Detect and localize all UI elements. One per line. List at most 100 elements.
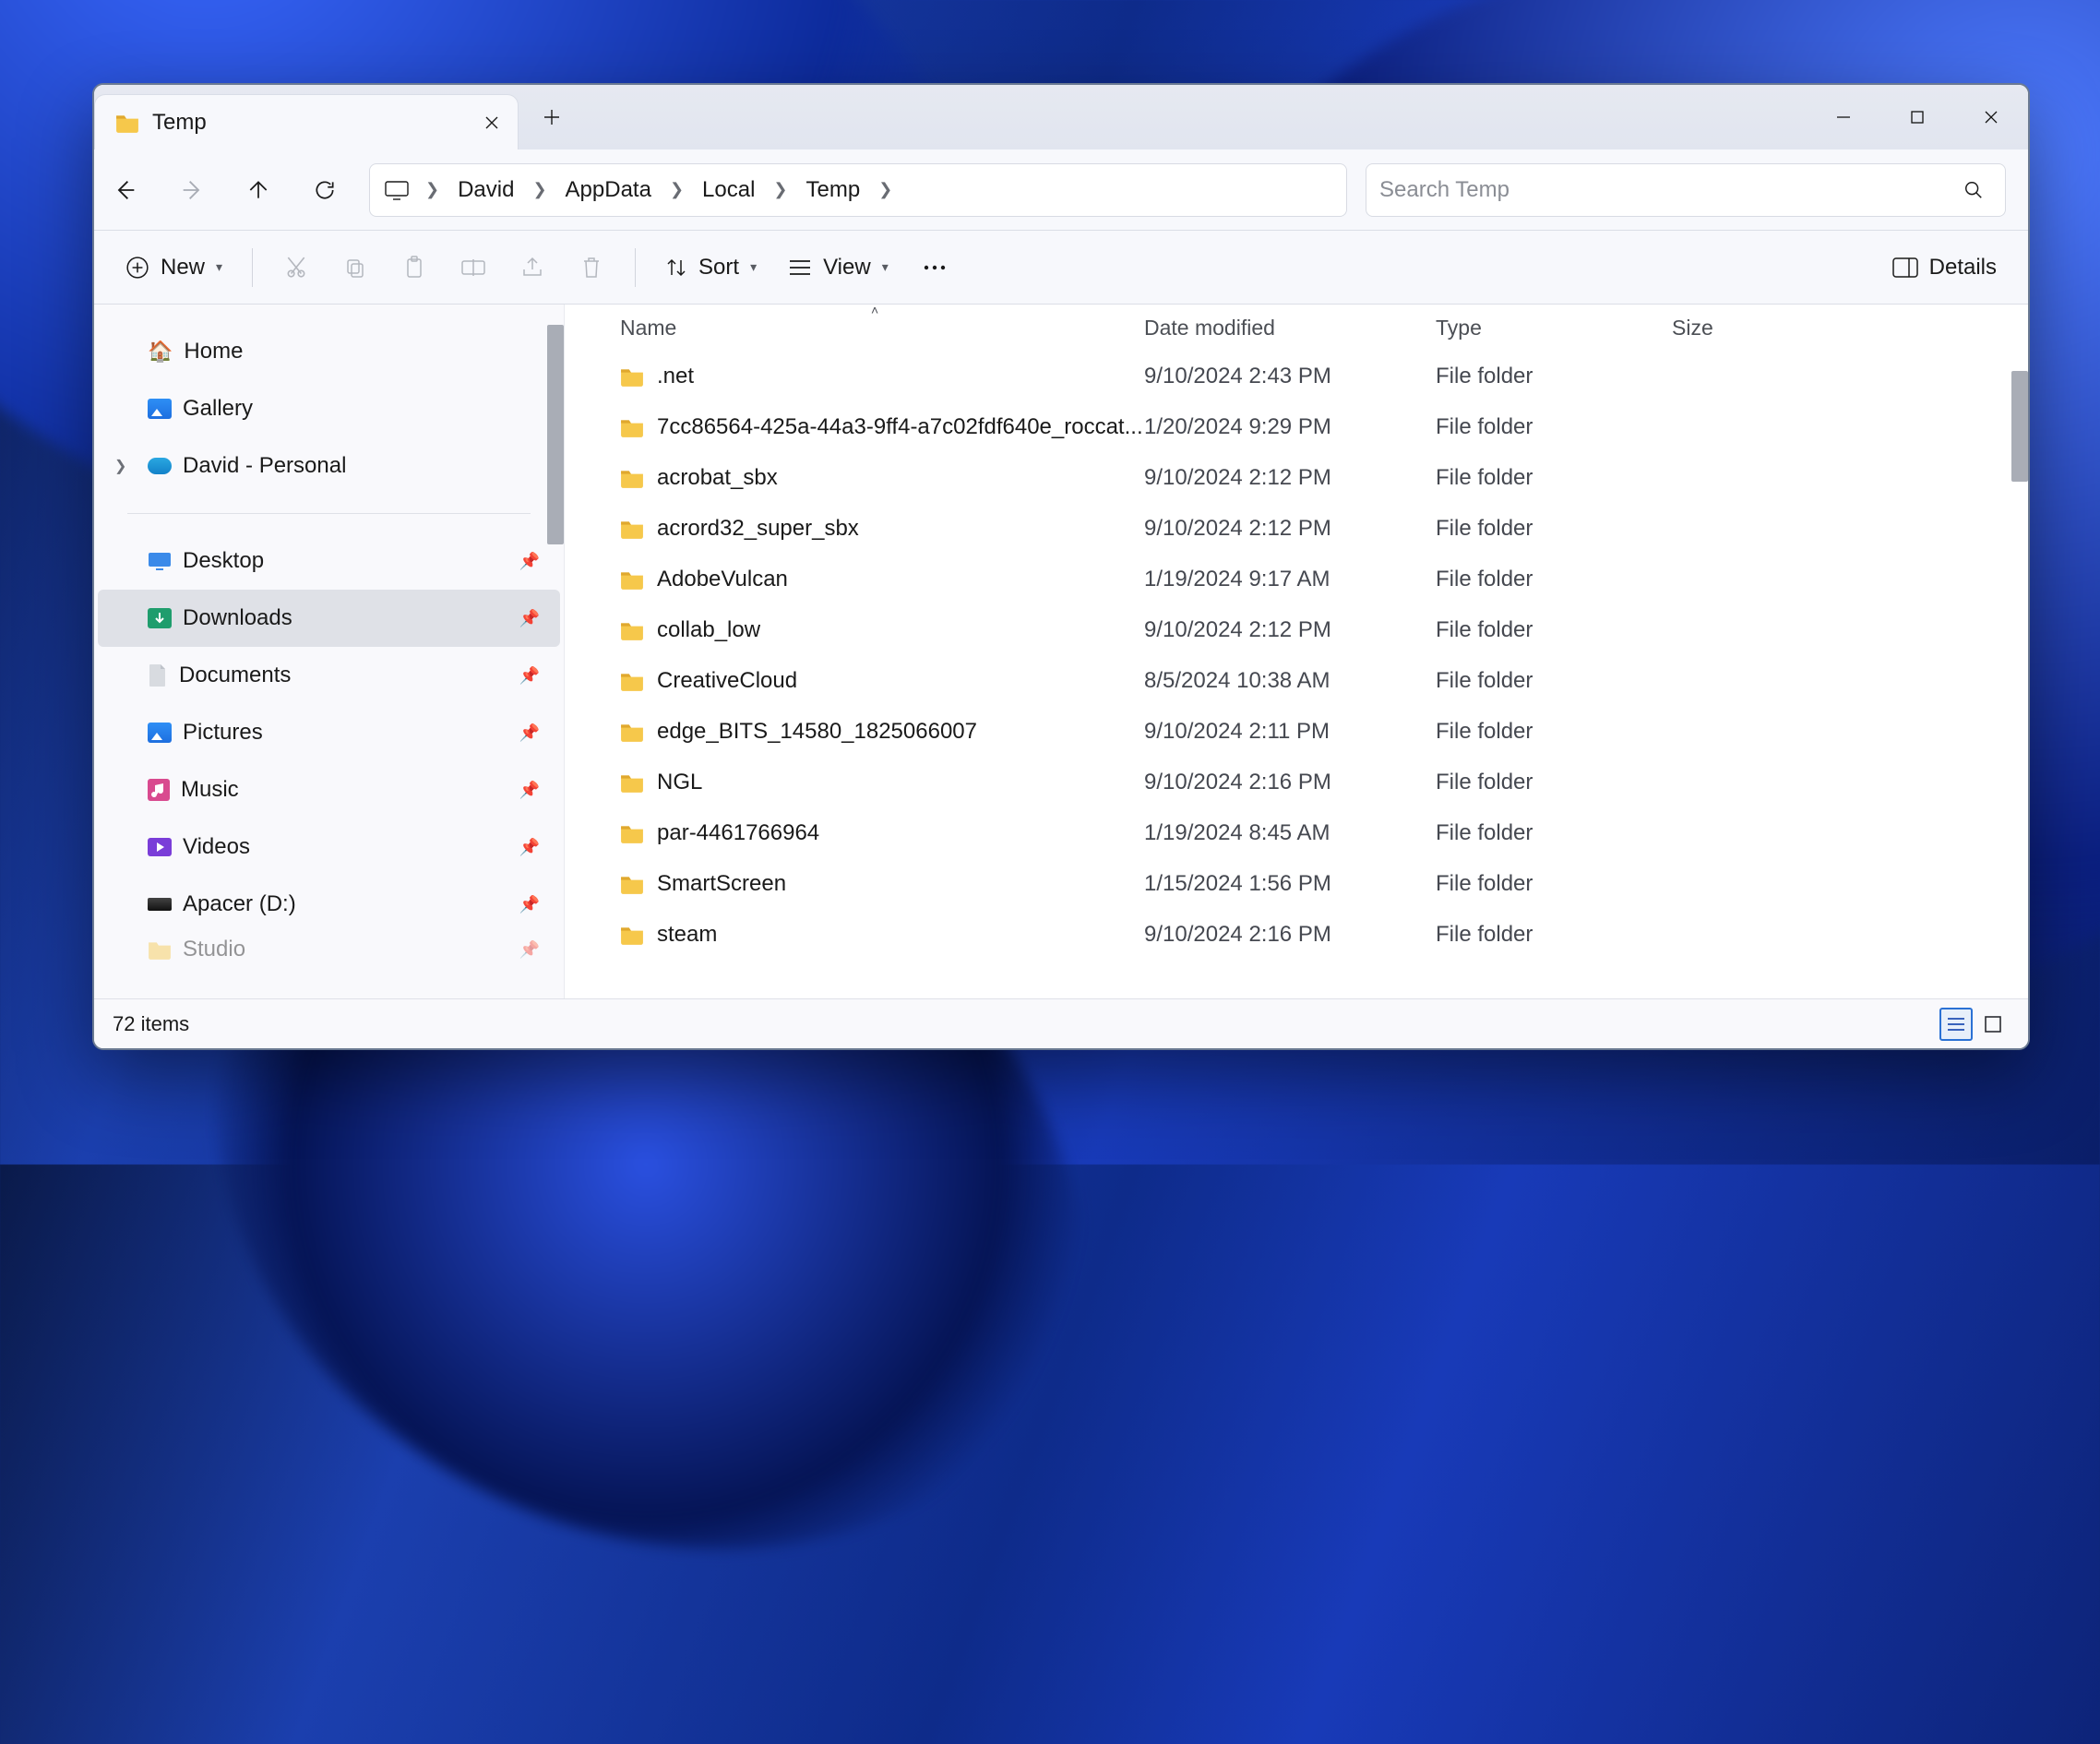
status-item-count: 72 items (113, 1012, 189, 1036)
copy-button[interactable] (328, 244, 382, 292)
pin-icon[interactable]: 📌 (519, 666, 540, 686)
file-row[interactable]: SmartScreen1/15/2024 1:56 PMFile folder (574, 858, 2028, 909)
new-tab-button[interactable] (524, 85, 579, 149)
file-row[interactable]: acrord32_super_sbx9/10/2024 2:12 PMFile … (574, 503, 2028, 554)
column-name[interactable]: Name (620, 316, 1144, 340)
nav-documents[interactable]: Documents 📌 (98, 647, 560, 704)
sort-label: Sort (698, 255, 739, 281)
more-button[interactable] (907, 244, 962, 292)
file-row[interactable]: steam9/10/2024 2:16 PMFile folder (574, 909, 2028, 960)
chevron-right-icon[interactable]: ❯ (519, 180, 559, 199)
sort-button[interactable]: Sort ▾ (652, 244, 770, 292)
search-icon[interactable] (1955, 172, 1992, 209)
forward-button[interactable] (161, 159, 223, 221)
nav-pictures[interactable]: Pictures📌 (98, 704, 560, 761)
refresh-button[interactable] (293, 159, 356, 221)
videos-icon (148, 838, 172, 856)
navigation-pane: 🏠 Home Gallery ❯ David - Personal Deskto… (94, 305, 565, 998)
nav-desktop[interactable]: Desktop📌 (98, 532, 560, 590)
tab-title: Temp (152, 110, 471, 136)
delete-button[interactable] (565, 244, 618, 292)
pin-icon[interactable]: 📌 (519, 781, 540, 800)
file-date: 9/10/2024 2:12 PM (1144, 617, 1436, 643)
nav-downloads[interactable]: Downloads📌 (98, 590, 560, 647)
file-row[interactable]: 7cc86564-425a-44a3-9ff4-a7c02fdf640e_roc… (574, 401, 2028, 452)
nav-gallery[interactable]: Gallery (98, 380, 560, 437)
file-row[interactable]: NGL9/10/2024 2:16 PMFile folder (574, 757, 2028, 807)
file-row[interactable]: acrobat_sbx9/10/2024 2:12 PMFile folder (574, 452, 2028, 503)
onedrive-icon (148, 458, 172, 474)
new-button[interactable]: New ▾ (113, 244, 235, 292)
view-large-icon[interactable] (1976, 1008, 2010, 1041)
rename-button[interactable] (447, 244, 500, 292)
pin-icon[interactable]: 📌 (519, 838, 540, 857)
file-name: NGL (657, 770, 702, 795)
folder-icon (620, 671, 644, 691)
pin-icon[interactable]: 📌 (519, 940, 540, 960)
column-size[interactable]: Size (1672, 316, 1829, 340)
chevron-right-icon[interactable]: ❯ (114, 457, 126, 475)
nav-label: Studio (183, 937, 245, 962)
maximize-button[interactable] (1880, 85, 1954, 149)
view-details-icon[interactable] (1939, 1008, 1973, 1041)
nav-apacer-d-[interactable]: Apacer (D:) 📌 (98, 876, 560, 933)
search-box[interactable] (1366, 163, 2006, 217)
file-row[interactable]: par-44617669641/19/2024 8:45 AMFile fold… (574, 807, 2028, 858)
close-window-button[interactable] (1954, 85, 2028, 149)
address-toolbar: ❯ David ❯ AppData ❯ Local ❯ Temp ❯ (94, 149, 2028, 231)
nav-home[interactable]: 🏠 Home (98, 323, 560, 380)
list-scrollbar[interactable] (2011, 371, 2028, 482)
file-row[interactable]: CreativeCloud8/5/2024 10:38 AMFile folde… (574, 655, 2028, 706)
file-row[interactable]: collab_low9/10/2024 2:12 PMFile folder (574, 604, 2028, 655)
drive-icon (148, 898, 172, 911)
breadcrumb-temp[interactable]: Temp (801, 175, 866, 205)
file-name: 7cc86564-425a-44a3-9ff4-a7c02fdf640e_roc… (657, 414, 1143, 440)
column-headers: ˄ Name Date modified Type Size (565, 305, 2028, 351)
minimize-button[interactable] (1807, 85, 1880, 149)
chevron-right-icon[interactable]: ❯ (657, 180, 697, 199)
up-button[interactable] (227, 159, 290, 221)
file-date: 9/10/2024 2:43 PM (1144, 364, 1436, 389)
cut-button[interactable] (269, 244, 323, 292)
nav-label: Documents (179, 663, 291, 688)
tab-close-button[interactable] (471, 102, 512, 143)
nav-studio[interactable]: Studio 📌 (98, 933, 560, 966)
details-pane-button[interactable]: Details (1879, 244, 2010, 292)
column-date[interactable]: Date modified (1144, 316, 1436, 340)
paste-button[interactable] (388, 244, 441, 292)
chevron-right-icon[interactable]: ❯ (760, 180, 800, 199)
file-type: File folder (1436, 922, 1672, 948)
file-type: File folder (1436, 719, 1672, 745)
pin-icon[interactable]: 📌 (519, 552, 540, 571)
this-pc-icon (381, 174, 412, 206)
nav-label: Apacer (D:) (183, 891, 296, 917)
nav-music[interactable]: Music📌 (98, 761, 560, 818)
tab-temp[interactable]: Temp (94, 94, 519, 149)
nav-videos[interactable]: Videos📌 (98, 818, 560, 876)
breadcrumb-david[interactable]: David (452, 175, 519, 205)
file-date: 9/10/2024 2:11 PM (1144, 719, 1436, 745)
nav-onedrive[interactable]: ❯ David - Personal (98, 437, 560, 495)
address-bar[interactable]: ❯ David ❯ AppData ❯ Local ❯ Temp ❯ (369, 163, 1347, 217)
chevron-right-icon[interactable]: ❯ (865, 180, 905, 199)
file-row[interactable]: AdobeVulcan1/19/2024 9:17 AMFile folder (574, 554, 2028, 604)
breadcrumb-appdata[interactable]: AppData (560, 175, 657, 205)
back-button[interactable] (94, 159, 157, 221)
column-type[interactable]: Type (1436, 316, 1672, 340)
view-button[interactable]: View ▾ (775, 244, 901, 292)
pin-icon[interactable]: 📌 (519, 895, 540, 914)
file-row[interactable]: edge_BITS_14580_18250660079/10/2024 2:11… (574, 706, 2028, 757)
file-name: .net (657, 364, 694, 389)
share-button[interactable] (506, 244, 559, 292)
file-row[interactable]: .net9/10/2024 2:43 PMFile folder (574, 351, 2028, 401)
breadcrumb-local[interactable]: Local (697, 175, 760, 205)
file-name: acrobat_sbx (657, 465, 778, 491)
file-date: 9/10/2024 2:12 PM (1144, 516, 1436, 542)
search-input[interactable] (1379, 177, 1955, 203)
pin-icon[interactable]: 📌 (519, 723, 540, 743)
pin-icon[interactable]: 📌 (519, 609, 540, 628)
documents-icon (148, 663, 168, 687)
file-name: SmartScreen (657, 871, 786, 897)
chevron-right-icon[interactable]: ❯ (412, 180, 452, 199)
folder-icon (620, 823, 644, 843)
